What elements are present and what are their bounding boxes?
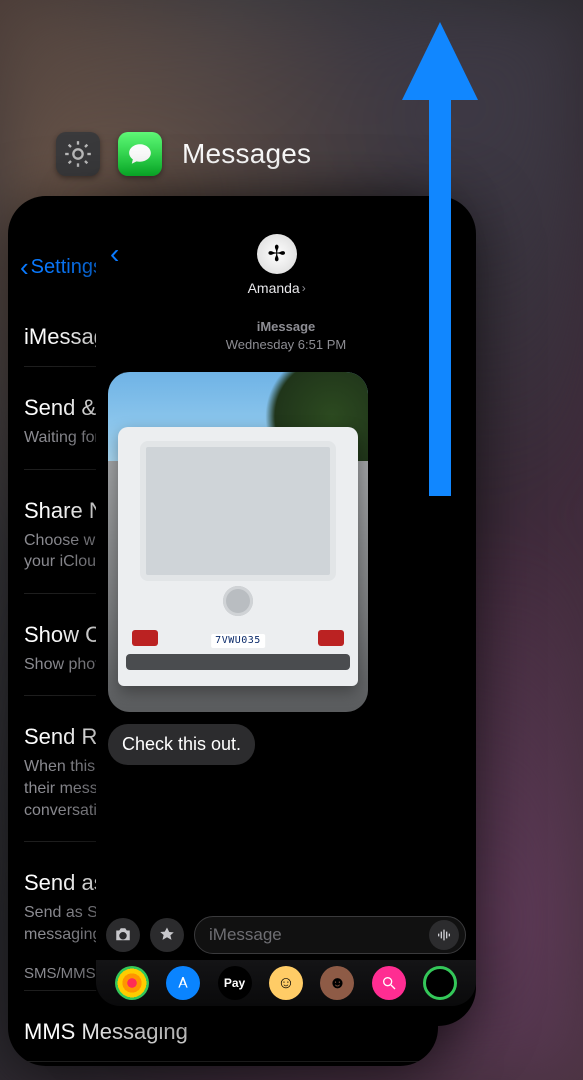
photo-ground: 7VWU035 <box>108 461 368 713</box>
settings-row[interactable]: Group Messaging <box>24 1061 438 1066</box>
dragonfly-icon: ✢ <box>267 241 285 267</box>
service-label: iMessage <box>96 318 476 336</box>
memoji-icon[interactable]: ☺ <box>269 966 303 1000</box>
back-button[interactable]: ‹ <box>110 238 119 270</box>
timestamp-text: Wednesday 6:51 PM <box>226 337 346 352</box>
conversation-body[interactable]: 7VWU035 Check this out. <box>96 354 476 765</box>
conversation-header: ‹ ✢ Amanda › <box>96 196 476 296</box>
avatar: ✢ <box>257 234 297 274</box>
swipe-up-hint-arrow <box>420 22 460 496</box>
gear-icon <box>64 140 92 168</box>
arrow-shaft <box>429 90 451 496</box>
chevron-right-icon: › <box>302 281 306 295</box>
audio-message-button[interactable] <box>429 920 459 950</box>
photo-message[interactable]: 7VWU035 <box>108 372 368 712</box>
camera-button[interactable] <box>106 918 140 952</box>
settings-app-icon[interactable] <box>56 132 100 176</box>
arrow-head-icon <box>402 22 478 100</box>
timestamp: iMessage Wednesday 6:51 PM <box>96 318 476 354</box>
apple-pay-label: Pay <box>224 976 245 990</box>
frontmost-app-title: Messages <box>182 138 311 170</box>
animoji-icon[interactable]: ☻ <box>320 966 354 1000</box>
speech-bubble-icon <box>127 141 153 167</box>
messages-app-card[interactable]: ‹ ✢ Amanda › iMessage Wednesday 6:51 PM … <box>96 196 476 1026</box>
camera-icon <box>114 926 132 944</box>
bumper <box>126 654 350 670</box>
contact-name: Amanda <box>248 280 300 296</box>
photo-van: 7VWU035 <box>118 427 358 687</box>
chevron-left-icon: ‹ <box>20 254 29 280</box>
fitness-icon[interactable] <box>423 966 457 1000</box>
music-icon[interactable] <box>372 966 406 1000</box>
taillight-icon <box>132 630 158 646</box>
appstore-app-icon[interactable] <box>166 966 200 1000</box>
chevron-left-icon: ‹ <box>110 238 119 269</box>
messages-app-icon[interactable] <box>118 132 162 176</box>
app-drawer-button[interactable] <box>150 918 184 952</box>
appstore-a-icon <box>175 975 191 991</box>
license-plate: 7VWU035 <box>211 634 265 648</box>
face-icon: ☺ <box>277 973 294 993</box>
appstore-icon <box>158 926 176 944</box>
waveform-icon <box>436 927 452 943</box>
app-switcher-header: Messages <box>56 132 311 176</box>
face-icon: ☻ <box>328 973 346 993</box>
imessage-app-drawer[interactable]: Pay ☺ ☻ <box>96 960 476 1006</box>
apple-pay-icon[interactable]: Pay <box>218 966 252 1000</box>
search-icon <box>381 975 397 991</box>
taillight-icon <box>318 630 344 646</box>
contact-button[interactable]: ✢ Amanda › <box>248 234 306 296</box>
incoming-message-bubble[interactable]: Check this out. <box>108 724 255 765</box>
photos-app-icon[interactable] <box>115 966 149 1000</box>
message-input[interactable]: iMessage <box>194 916 466 954</box>
settings-back-label: Settings <box>31 256 103 279</box>
message-input-bar: iMessage <box>96 916 476 954</box>
message-placeholder: iMessage <box>209 925 282 945</box>
